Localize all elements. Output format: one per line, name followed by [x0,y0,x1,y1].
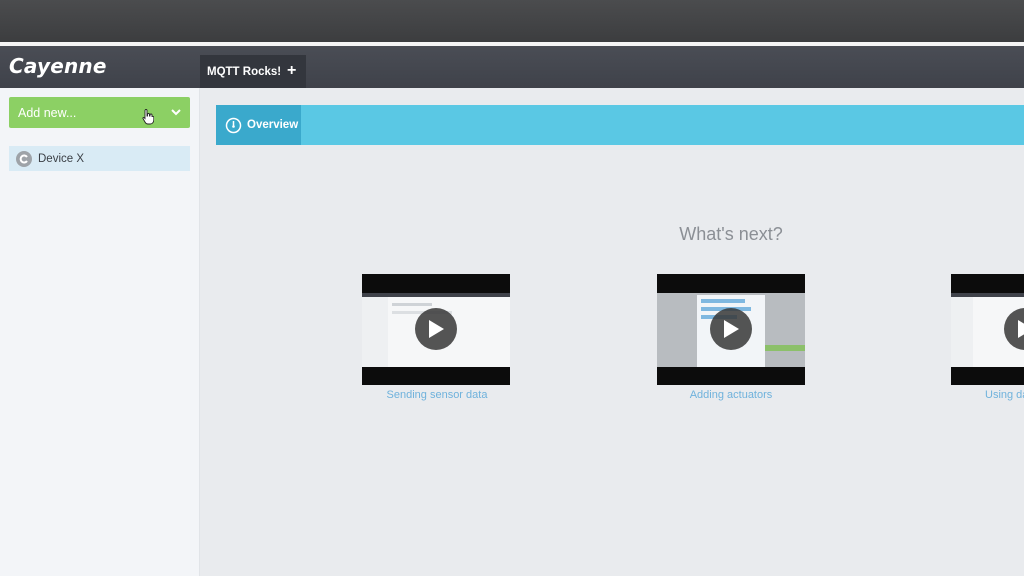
cayenne-device-icon [16,150,32,167]
tab-overview[interactable]: Overview [216,105,301,145]
overview-bar [216,105,1024,145]
plus-icon[interactable]: + [287,63,296,79]
browser-top-bar [0,0,1024,42]
video-thumbnail-adding-actuators[interactable] [657,274,805,385]
add-new-button[interactable]: Add new... [9,97,190,128]
app-header [0,46,1024,88]
video-thumbnail-sending-sensor-data[interactable] [362,274,510,385]
hand-cursor-icon [142,109,154,125]
video-link-sending-sensor-data[interactable]: Sending sensor data [337,389,537,401]
video-link-third[interactable]: Using da [985,389,1024,401]
whats-next-heading: What's next? [679,224,783,244]
tab-label: MQTT Rocks! [207,65,282,78]
video-thumbnail-third[interactable] [951,274,1024,385]
device-label: Device X [38,152,85,165]
overview-label: Overview [247,119,299,131]
tab-mqtt-rocks[interactable]: MQTT Rocks! + [200,55,306,88]
add-new-label: Add new... [18,105,77,120]
video-link-adding-actuators[interactable]: Adding actuators [631,389,831,401]
dashboard-gauge-icon [225,117,242,133]
chevron-down-icon [171,109,181,116]
sidebar-item-device-x[interactable]: Device X [9,146,190,171]
play-icon[interactable] [415,308,457,350]
app-logo[interactable]: Cayenne [9,54,107,78]
play-icon[interactable] [710,308,752,350]
main-content [200,88,1024,576]
